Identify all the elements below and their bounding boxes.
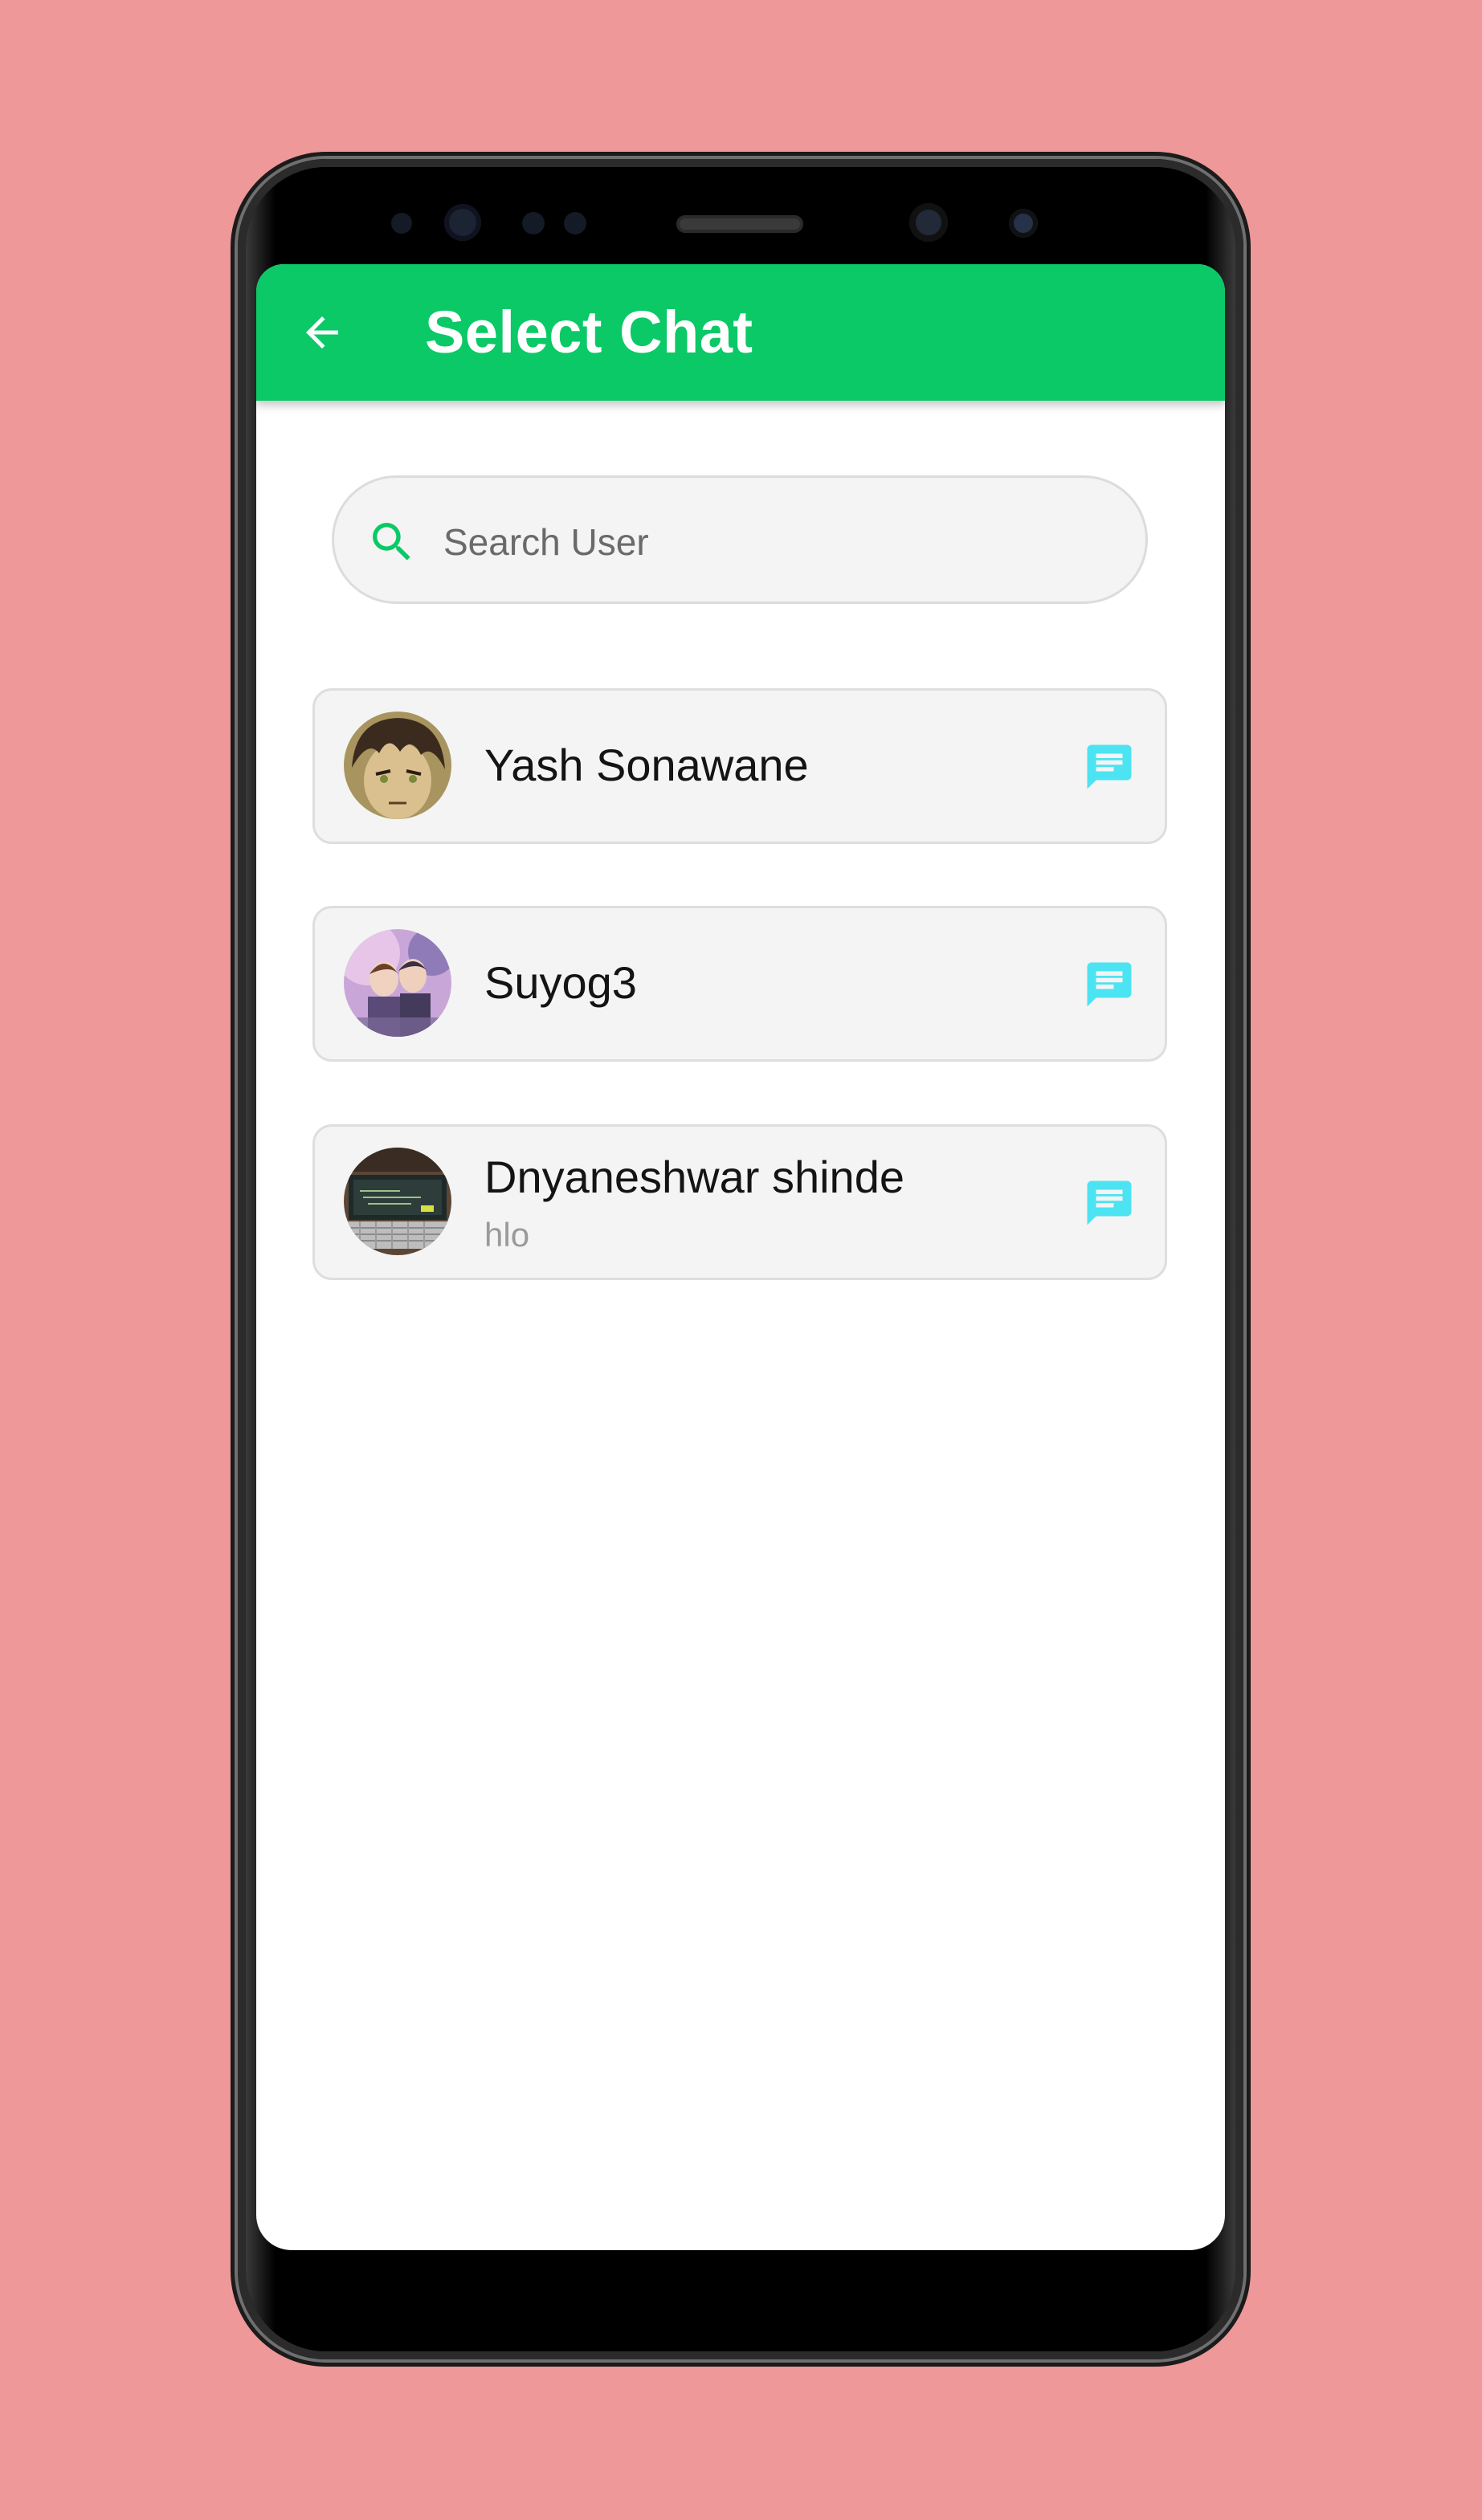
proximity-sensor [391, 213, 412, 234]
contact-name: Dnyaneshwar shinde [484, 1152, 904, 1202]
chat-message-icon[interactable] [1083, 957, 1136, 1012]
last-message: hlo [484, 1216, 530, 1254]
contact-name: Suyog3 [484, 957, 637, 1008]
avatar [344, 1148, 451, 1255]
light-sensor [522, 212, 545, 234]
earpiece-speaker [676, 215, 803, 233]
avatar [344, 712, 451, 819]
led-sensor [564, 212, 586, 234]
chat-list-item[interactable]: Suyog3 [312, 906, 1167, 1062]
app-screen: Select Chat Yash Sonawane [256, 264, 1225, 2250]
iris-camera [1009, 209, 1038, 238]
chat-list-item[interactable]: Dnyaneshwar shinde hlo [312, 1124, 1167, 1280]
search-icon [373, 523, 410, 561]
page-title: Select Chat [425, 299, 753, 365]
search-bar[interactable] [332, 475, 1148, 604]
search-input[interactable] [442, 505, 1112, 579]
avatar [344, 929, 451, 1037]
chat-list-item[interactable]: Yash Sonawane [312, 688, 1167, 844]
front-camera [909, 203, 948, 242]
back-button[interactable] [290, 300, 354, 365]
chat-message-icon[interactable] [1083, 1176, 1136, 1230]
chat-message-icon[interactable] [1083, 740, 1136, 794]
contact-name: Yash Sonawane [484, 740, 809, 790]
arrow-left-icon [306, 316, 338, 349]
iris-sensor [444, 204, 481, 241]
app-bar: Select Chat [256, 264, 1225, 401]
